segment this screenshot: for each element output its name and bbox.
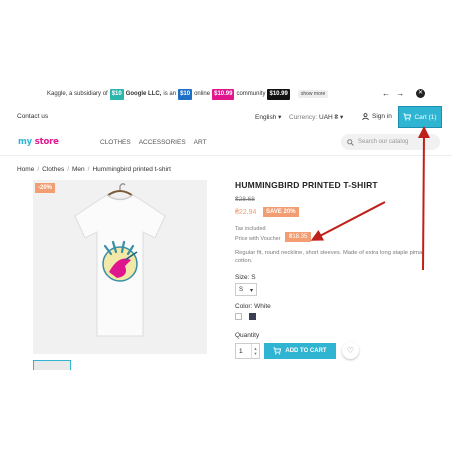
currency-selector[interactable]: Currency: UAH ₴ ▾ bbox=[289, 113, 343, 121]
promo-nav-arrows[interactable]: ← → bbox=[382, 89, 406, 98]
user-icon bbox=[362, 113, 369, 120]
promo-online: online bbox=[194, 91, 211, 97]
cart-button[interactable]: Cart (1) bbox=[398, 106, 442, 128]
breadcrumb-separator: / bbox=[37, 166, 40, 173]
current-price: ₴22.94 bbox=[235, 209, 257, 216]
promo-company: Google LLC, bbox=[125, 91, 162, 97]
heart-icon: ♡ bbox=[346, 346, 355, 355]
menu-item-clothes[interactable]: CLOTHES bbox=[100, 139, 131, 146]
currency-label: Currency: bbox=[289, 114, 318, 121]
breadcrumb-home[interactable]: Home bbox=[17, 166, 34, 173]
promo-community: community bbox=[236, 91, 266, 97]
promo-banner: Kaggle, a subsidiary of $10 Google LLC, … bbox=[0, 84, 452, 104]
tax-label: Tax included bbox=[235, 226, 266, 232]
color-swatch-navy[interactable] bbox=[249, 313, 256, 320]
main-menu: CLOTHES ACCESSORIES ART bbox=[100, 139, 207, 146]
breadcrumb-men[interactable]: Men bbox=[72, 166, 85, 173]
discount-badge: SAVE 20% bbox=[263, 207, 299, 217]
search-placeholder: Search our catalog bbox=[358, 139, 409, 145]
breadcrumb-current: Hummingbird printed t-shirt bbox=[92, 166, 171, 173]
close-icon[interactable]: ✕ bbox=[416, 89, 425, 98]
product-thumbnail[interactable] bbox=[33, 360, 71, 370]
currency-value: UAH ₴ ▾ bbox=[319, 114, 344, 121]
promo-chip-3: $10.99 bbox=[212, 88, 235, 100]
product-title: HUMMINGBIRD PRINTED T-SHIRT bbox=[235, 180, 378, 190]
page: Kaggle, a subsidiary of $10 Google LLC, … bbox=[0, 84, 452, 370]
menu-item-accessories[interactable]: ACCESSORIES bbox=[139, 139, 186, 146]
cart-icon bbox=[273, 347, 282, 355]
size-label: Size: S bbox=[235, 274, 256, 281]
voucher-label: Price with Voucher bbox=[235, 236, 281, 242]
promo-chip-1: $10 bbox=[109, 88, 124, 100]
header: my store CLOTHES ACCESSORIES ART Search … bbox=[0, 128, 452, 156]
cart-icon bbox=[403, 113, 412, 121]
product-info: HUMMINGBIRD PRINTED T-SHIRT ₴28.68 ₴22.9… bbox=[235, 180, 440, 359]
color-label: Color: White bbox=[235, 303, 271, 310]
add-to-cart-button[interactable]: ADD TO CART bbox=[264, 343, 336, 359]
breadcrumb: Home / Clothes / Men / Hummingbird printed t-s… bbox=[17, 166, 171, 173]
store-logo[interactable]: my store bbox=[18, 137, 59, 147]
promo-mid: is an bbox=[163, 91, 177, 97]
add-to-cart-label: ADD TO CART bbox=[285, 348, 327, 354]
size-select[interactable]: S ▾ bbox=[235, 283, 257, 296]
promo-prefix: Kaggle, a subsidiary of bbox=[47, 91, 108, 97]
quantity-value: 1 bbox=[239, 347, 243, 355]
language-selector[interactable]: English ▾ bbox=[255, 113, 281, 121]
quantity-label: Quantity bbox=[235, 332, 260, 339]
chevron-down-icon: ▾ bbox=[249, 288, 253, 294]
search-input[interactable]: Search our catalog bbox=[341, 134, 440, 150]
regular-price: ₴28.68 bbox=[235, 196, 255, 203]
top-nav: Contact us English ▾ Currency: UAH ₴ ▾ S… bbox=[0, 106, 452, 128]
promo-text: Kaggle, a subsidiary of $10 Google LLC, … bbox=[47, 88, 329, 100]
contact-link[interactable]: Contact us bbox=[17, 113, 48, 120]
discount-flag: -20% bbox=[35, 183, 56, 193]
cart-label: Cart (1) bbox=[414, 113, 437, 121]
sign-in-label: Sign in bbox=[372, 113, 392, 120]
voucher-price: ₴18.35 bbox=[285, 232, 312, 242]
product-image[interactable]: -20% bbox=[33, 180, 207, 354]
search-icon bbox=[347, 138, 354, 146]
sign-in-link[interactable]: Sign in bbox=[362, 113, 392, 120]
promo-chip-2: $10 bbox=[178, 88, 193, 100]
menu-item-art[interactable]: ART bbox=[194, 139, 207, 146]
product-description: Regular fit, round neckline, short sleev… bbox=[235, 250, 423, 264]
show-more-button[interactable]: show more bbox=[297, 90, 329, 98]
promo-chip-4: $10.99 bbox=[267, 88, 290, 100]
wishlist-button[interactable]: ♡ bbox=[342, 342, 359, 359]
color-swatch-white[interactable] bbox=[235, 313, 242, 320]
logo-my: my bbox=[18, 137, 32, 147]
quantity-stepper[interactable]: 1 ▲ ▼ bbox=[235, 343, 260, 359]
size-value: S bbox=[239, 287, 244, 293]
quantity-arrows[interactable]: ▲ ▼ bbox=[251, 344, 259, 358]
caret-down-icon[interactable]: ▼ bbox=[254, 351, 258, 356]
tshirt-image bbox=[74, 183, 166, 337]
breadcrumb-separator: / bbox=[67, 166, 70, 173]
logo-store: store bbox=[34, 137, 59, 147]
breadcrumb-clothes[interactable]: Clothes bbox=[42, 166, 64, 173]
breadcrumb-separator: / bbox=[87, 166, 90, 173]
